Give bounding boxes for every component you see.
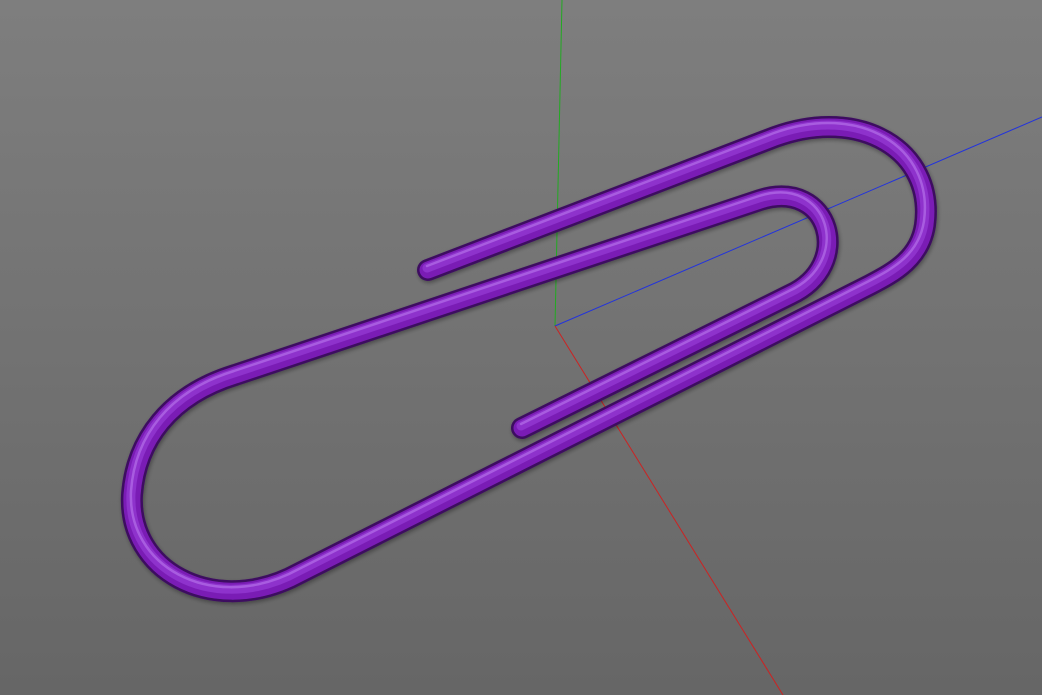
paperclip-model[interactable] [120,116,937,603]
scene-canvas[interactable] [0,0,1042,695]
axis-lines [554,0,1042,695]
3d-viewport[interactable] [0,0,1042,695]
